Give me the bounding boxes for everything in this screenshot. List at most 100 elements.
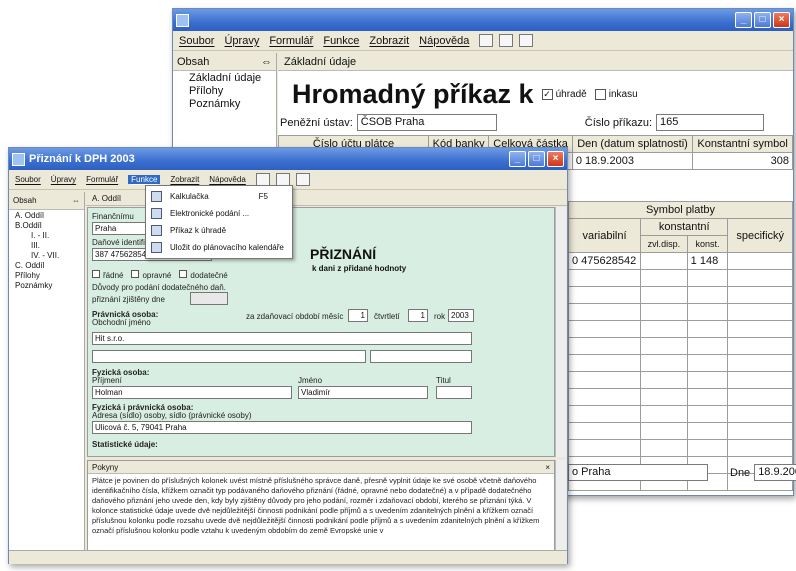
cell[interactable] [568,286,641,304]
menu-napoveda[interactable]: Nápověda [419,35,469,47]
cell[interactable] [568,371,641,389]
minimize-icon[interactable]: _ [509,151,526,167]
minimize-icon[interactable]: _ [735,12,752,28]
menu-item-epodani[interactable]: Elektronické podání ... [146,205,292,222]
form-scrollbar[interactable] [555,207,566,457]
maximize-icon[interactable]: □ [528,151,545,167]
menu-soubor[interactable]: Soubor [15,175,41,184]
tree-item[interactable]: Základní údaje [173,71,276,84]
tree-item[interactable]: Poznámky [9,280,84,290]
back-titlebar[interactable]: _ □ × [173,9,793,31]
surname-field[interactable]: Holman [92,386,292,399]
menu-upravy[interactable]: Úpravy [224,35,259,47]
menu-zobrazit[interactable]: Zobrazit [170,175,199,184]
cell[interactable] [727,303,793,321]
chk-radne[interactable]: řádné [92,270,123,280]
cell[interactable] [640,405,688,423]
bank-field[interactable]: ČSOB Praha [356,114,497,131]
cell[interactable] [727,388,793,406]
cell[interactable]: 0 475628542 [568,252,641,270]
cell[interactable] [727,354,793,372]
cell[interactable] [640,269,688,287]
save-icon[interactable] [479,34,494,47]
order-field[interactable]: 165 [656,114,765,131]
cell[interactable]: 308 [692,152,793,170]
maximize-icon[interactable]: □ [754,12,771,28]
chk-opravne[interactable]: opravné [131,270,171,280]
menu-zobrazit[interactable]: Zobrazit [369,35,409,47]
cell[interactable] [568,422,641,440]
cell[interactable] [727,405,793,423]
cell[interactable] [568,320,641,338]
menu-formular[interactable]: Formulář [86,175,118,184]
menu-napoveda[interactable]: Nápověda [209,175,245,184]
close-icon[interactable]: × [547,151,564,167]
cell[interactable] [686,422,729,440]
company-field-3[interactable] [370,350,472,363]
quarter-field[interactable]: 1 [408,309,428,322]
cell[interactable] [640,388,688,406]
preview-icon[interactable] [499,34,514,47]
cell[interactable] [640,439,688,457]
help-close-icon[interactable]: × [545,461,550,473]
menu-funkce[interactable]: Funkce [128,175,161,184]
cell[interactable] [686,439,729,457]
tree-item[interactable]: IV. - VII. [9,250,84,260]
cell[interactable] [686,320,729,338]
cell[interactable] [727,286,793,304]
menu-upravy[interactable]: Úpravy [51,175,76,184]
cell[interactable] [640,320,688,338]
front-titlebar[interactable]: Přiznání k DPH 2003 _ □ × [9,148,567,170]
cell[interactable] [640,354,688,372]
cell[interactable] [568,354,641,372]
cell[interactable] [640,303,688,321]
close-icon[interactable]: × [773,12,790,28]
cell[interactable] [640,337,688,355]
date-field[interactable]: 18.9.2003 [754,464,796,481]
cell[interactable] [640,422,688,440]
cell[interactable] [640,252,688,270]
menu-soubor[interactable]: Soubor [179,35,214,47]
cell[interactable] [568,388,641,406]
help-scrollbar[interactable] [555,460,566,552]
cell[interactable] [686,405,729,423]
menu-formular[interactable]: Formulář [269,35,313,47]
cell[interactable] [727,320,793,338]
tree-item[interactable]: Přílohy [173,84,276,97]
cell[interactable] [568,439,641,457]
cell[interactable] [727,439,793,457]
cell[interactable] [640,286,688,304]
pin-icon[interactable]: ⇔ [72,196,80,205]
address-field[interactable]: Ulicová č. 5, 79041 Praha [92,421,472,434]
month-field[interactable]: 1 [348,309,368,322]
cell[interactable] [727,371,793,389]
name-field[interactable]: Vladimír [298,386,428,399]
tree-item[interactable]: Poznámky [173,97,276,110]
opt-inkasu[interactable]: inkasu [594,89,638,100]
cell[interactable] [727,422,793,440]
menu-item-prikaz[interactable]: Příkaz k úhradě [146,222,292,239]
pin-icon[interactable]: ⇔ [261,56,272,68]
cell[interactable] [640,371,688,389]
cell[interactable] [568,269,641,287]
tree-item[interactable]: A. Oddíl [9,210,84,220]
place-field[interactable]: o Praha [568,464,708,481]
cell[interactable] [686,303,729,321]
cell[interactable] [727,252,793,270]
cell[interactable] [686,371,729,389]
cell[interactable]: 0 18.9.2003 [571,152,694,170]
menu-item-kalendar[interactable]: Uložit do plánovacího kalendáře [146,239,292,256]
cell[interactable] [568,303,641,321]
tree-item[interactable]: III. [9,240,84,250]
cell[interactable] [568,405,641,423]
tree-item[interactable]: B.Oddíl [9,220,84,230]
cell[interactable] [686,337,729,355]
company-field[interactable]: Hit s.r.o. [92,332,472,345]
tree-item[interactable]: Přílohy [9,270,84,280]
tree-item[interactable]: I. - II. [9,230,84,240]
year-field[interactable]: 2003 [448,309,474,322]
cell[interactable]: 1 148 [686,252,729,270]
cell[interactable] [686,269,729,287]
opt-uhrade[interactable]: ✓ úhradě [541,89,587,100]
menu-item-kalkulacka[interactable]: Kalkulačka F5 [146,188,292,205]
